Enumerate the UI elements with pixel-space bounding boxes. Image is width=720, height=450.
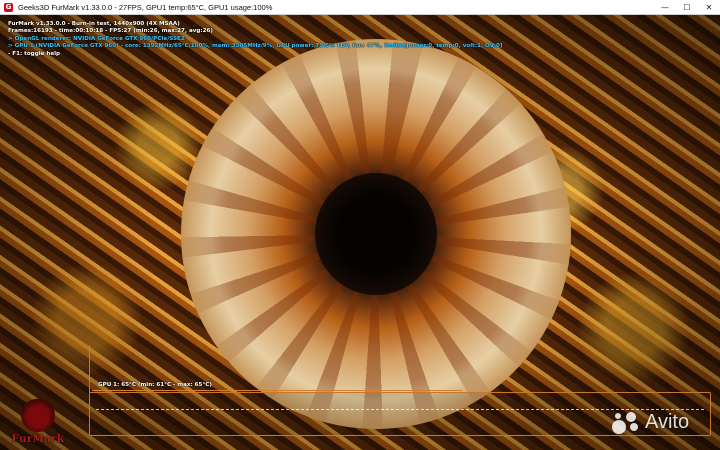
avito-logo-icon	[612, 410, 642, 434]
window-titlebar[interactable]: G Geeks3D FurMark v1.33.0.0 - 27FPS, GPU…	[0, 0, 720, 15]
gpu-temperature-label: GPU 1: 65°C (min: 61°C - max: 65°C)	[98, 382, 212, 388]
osd-frames-line: Frames:16193 - time:00:10:18 - FPS:27 (m…	[8, 28, 213, 35]
furmark-logo: FurMark	[6, 385, 70, 445]
osd-info-overlay: FurMark v1.33.0.0 - Burn-in test, 1440x9…	[8, 21, 502, 58]
osd-gpu-line: > GPU 1 (NVIDIA GeForce GTX 960) - core:…	[8, 43, 503, 50]
avito-watermark-text: Avito	[645, 410, 690, 433]
close-button[interactable]: ✕	[698, 0, 720, 14]
osd-help-line: - F1: toggle help	[8, 50, 61, 57]
graph-top-border	[92, 390, 462, 391]
furmark-logo-text: FurMark	[11, 434, 65, 445]
graph-left-border	[89, 345, 90, 393]
furmark-logo-icon	[21, 398, 55, 432]
fur-donut-center	[315, 173, 437, 295]
avito-watermark: Avito	[612, 410, 689, 434]
minimize-button[interactable]: —	[654, 0, 676, 14]
maximize-button[interactable]: ☐	[676, 0, 698, 14]
window-title: Geeks3D FurMark v1.33.0.0 - 27FPS, GPU1 …	[18, 2, 273, 12]
furmark-app-icon: G	[4, 2, 13, 12]
window-controls: — ☐ ✕	[654, 0, 720, 14]
